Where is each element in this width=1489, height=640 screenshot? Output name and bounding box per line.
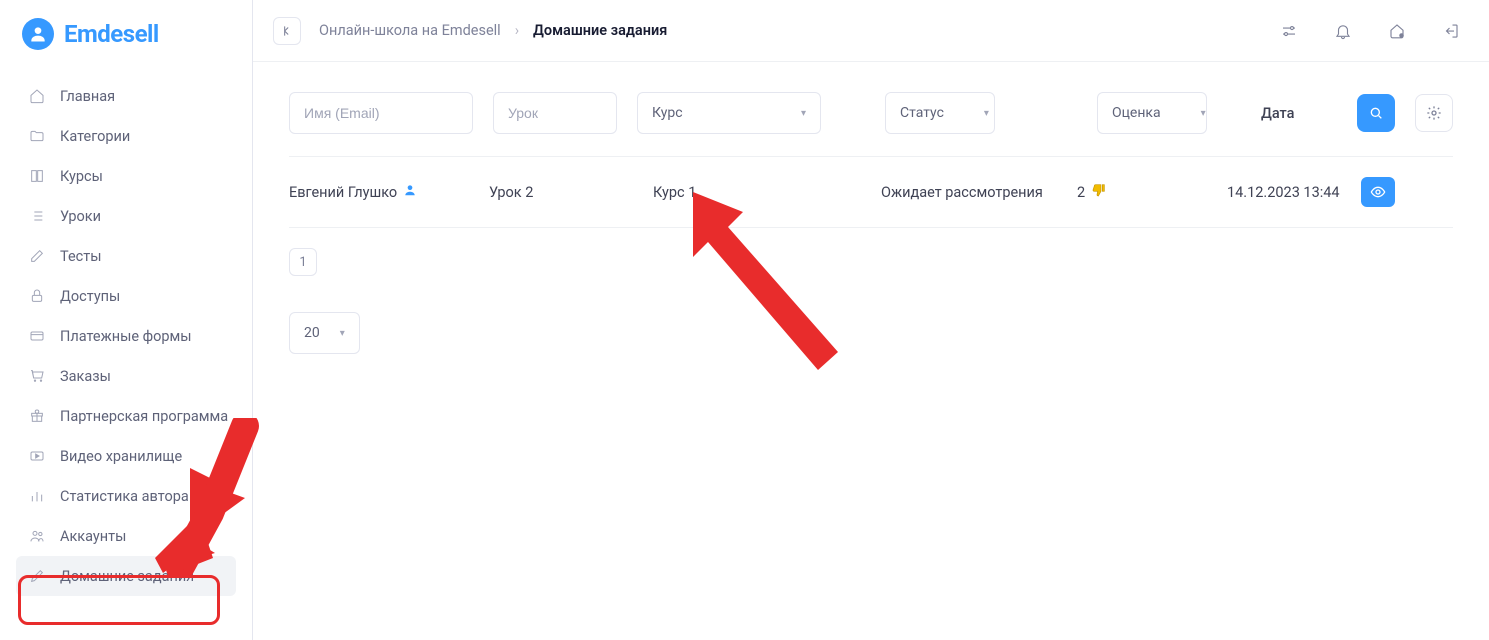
- pencil-icon: [28, 567, 46, 585]
- chevron-down-icon: ▾: [1201, 108, 1206, 119]
- sidebar-item-label: Курсы: [60, 168, 103, 185]
- main: Онлайн-школа на Emdesell › Домашние зада…: [253, 0, 1489, 640]
- logo[interactable]: Emdesell: [0, 0, 252, 68]
- lock-icon: [28, 287, 46, 305]
- sidebar-item-label: Аккаунты: [60, 528, 126, 545]
- cell-lesson: Урок 2: [489, 184, 653, 201]
- chart-bars-icon: [28, 487, 46, 505]
- sidebar-item-video-storage[interactable]: Видео хранилище: [16, 436, 236, 476]
- filter-row: Курс ▾ Статус ▾ Оценка ▾ Дата: [289, 92, 1453, 157]
- logo-text: Emdesell: [64, 20, 159, 48]
- sidebar-item-courses[interactable]: Курсы: [16, 156, 236, 196]
- users-icon: [28, 527, 46, 545]
- table-row: Евгений Глушко Урок 2 Курс 1 Ожидает рас…: [289, 157, 1453, 228]
- sidebar-item-label: Главная: [60, 88, 115, 105]
- sidebar-item-homework[interactable]: Домашние задания: [16, 556, 236, 596]
- sidebar-item-tests[interactable]: Тесты: [16, 236, 236, 276]
- sidebar-item-label: Видео хранилище: [60, 448, 182, 465]
- cell-status: Ожидает рассмотрения: [881, 184, 1077, 201]
- grade-select[interactable]: Оценка ▾: [1097, 92, 1207, 134]
- page-size-select[interactable]: 20 ▾: [289, 312, 360, 354]
- select-label: Курс: [652, 105, 683, 121]
- date-column-header: Дата: [1261, 105, 1294, 122]
- home-icon: [28, 87, 46, 105]
- topbar: Онлайн-школа на Emdesell › Домашние зада…: [253, 0, 1489, 62]
- breadcrumb-root[interactable]: Онлайн-школа на Emdesell: [319, 22, 501, 39]
- breadcrumb: Онлайн-школа на Emdesell › Домашние зада…: [319, 22, 667, 39]
- page-size-value: 20: [304, 325, 320, 341]
- sidebar-item-label: Уроки: [60, 208, 101, 225]
- breadcrumb-current: Домашние задания: [533, 22, 667, 39]
- sidebar-item-label: Партнерская программа: [60, 408, 228, 425]
- bell-icon[interactable]: [1325, 13, 1361, 49]
- sidebar-item-lessons[interactable]: Уроки: [16, 196, 236, 236]
- cell-name[interactable]: Евгений Глушко: [289, 183, 489, 201]
- sidebar-item-label: Заказы: [60, 368, 111, 385]
- page-number[interactable]: 1: [289, 248, 317, 276]
- back-button[interactable]: [273, 17, 301, 45]
- sliders-icon[interactable]: [1271, 13, 1307, 49]
- sidebar: Emdesell Главная Категории Курсы Уроки Т…: [0, 0, 253, 640]
- chevron-down-icon: ▾: [340, 328, 345, 339]
- video-icon: [28, 447, 46, 465]
- sidebar-item-affiliate[interactable]: Партнерская программа: [16, 396, 236, 436]
- sidebar-nav: Главная Категории Курсы Уроки Тесты Дост…: [0, 68, 252, 640]
- pagination: 1: [289, 248, 1453, 276]
- thumbs-down-icon: [1091, 182, 1107, 202]
- logout-icon[interactable]: [1433, 13, 1469, 49]
- view-button[interactable]: [1361, 177, 1395, 207]
- search-button[interactable]: [1357, 94, 1395, 132]
- settings-button[interactable]: [1415, 94, 1453, 132]
- user-icon: [403, 183, 417, 201]
- sidebar-item-accounts[interactable]: Аккаунты: [16, 516, 236, 556]
- sidebar-item-label: Доступы: [60, 288, 120, 305]
- name-email-input[interactable]: [289, 92, 473, 134]
- edit-icon: [28, 247, 46, 265]
- chevron-down-icon: ▾: [801, 108, 806, 119]
- logo-icon: [22, 18, 54, 50]
- card-icon: [28, 327, 46, 345]
- sidebar-item-orders[interactable]: Заказы: [16, 356, 236, 396]
- home-notification-icon[interactable]: [1379, 13, 1415, 49]
- sidebar-item-label: Платежные формы: [60, 328, 192, 345]
- course-select[interactable]: Курс ▾: [637, 92, 821, 134]
- sidebar-item-home[interactable]: Главная: [16, 76, 236, 116]
- sidebar-item-label: Домашние задания: [60, 568, 194, 585]
- cart-icon: [28, 367, 46, 385]
- content: Курс ▾ Статус ▾ Оценка ▾ Дата: [253, 62, 1489, 640]
- lesson-input[interactable]: [493, 92, 617, 134]
- chevron-right-icon: ›: [515, 22, 519, 39]
- status-select[interactable]: Статус ▾: [885, 92, 995, 134]
- chevron-down-icon: ▾: [984, 108, 989, 119]
- sidebar-item-author-stats[interactable]: Статистика автора: [16, 476, 236, 516]
- sidebar-item-label: Тесты: [60, 248, 101, 265]
- gift-icon: [28, 407, 46, 425]
- grade-value: 2: [1077, 184, 1085, 201]
- cell-grade: 2: [1077, 182, 1227, 202]
- cell-course: Курс 1: [653, 184, 881, 201]
- sidebar-item-categories[interactable]: Категории: [16, 116, 236, 156]
- sidebar-item-label: Статистика автора: [60, 488, 189, 505]
- select-label: Оценка: [1112, 105, 1161, 121]
- list-icon: [28, 207, 46, 225]
- select-label: Статус: [900, 105, 944, 121]
- sidebar-item-payment-forms[interactable]: Платежные формы: [16, 316, 236, 356]
- book-icon: [28, 167, 46, 185]
- cell-date: 14.12.2023 13:44: [1227, 184, 1361, 201]
- sidebar-item-access[interactable]: Доступы: [16, 276, 236, 316]
- sidebar-item-label: Категории: [60, 128, 130, 145]
- user-name: Евгений Глушко: [289, 184, 397, 201]
- folder-icon: [28, 127, 46, 145]
